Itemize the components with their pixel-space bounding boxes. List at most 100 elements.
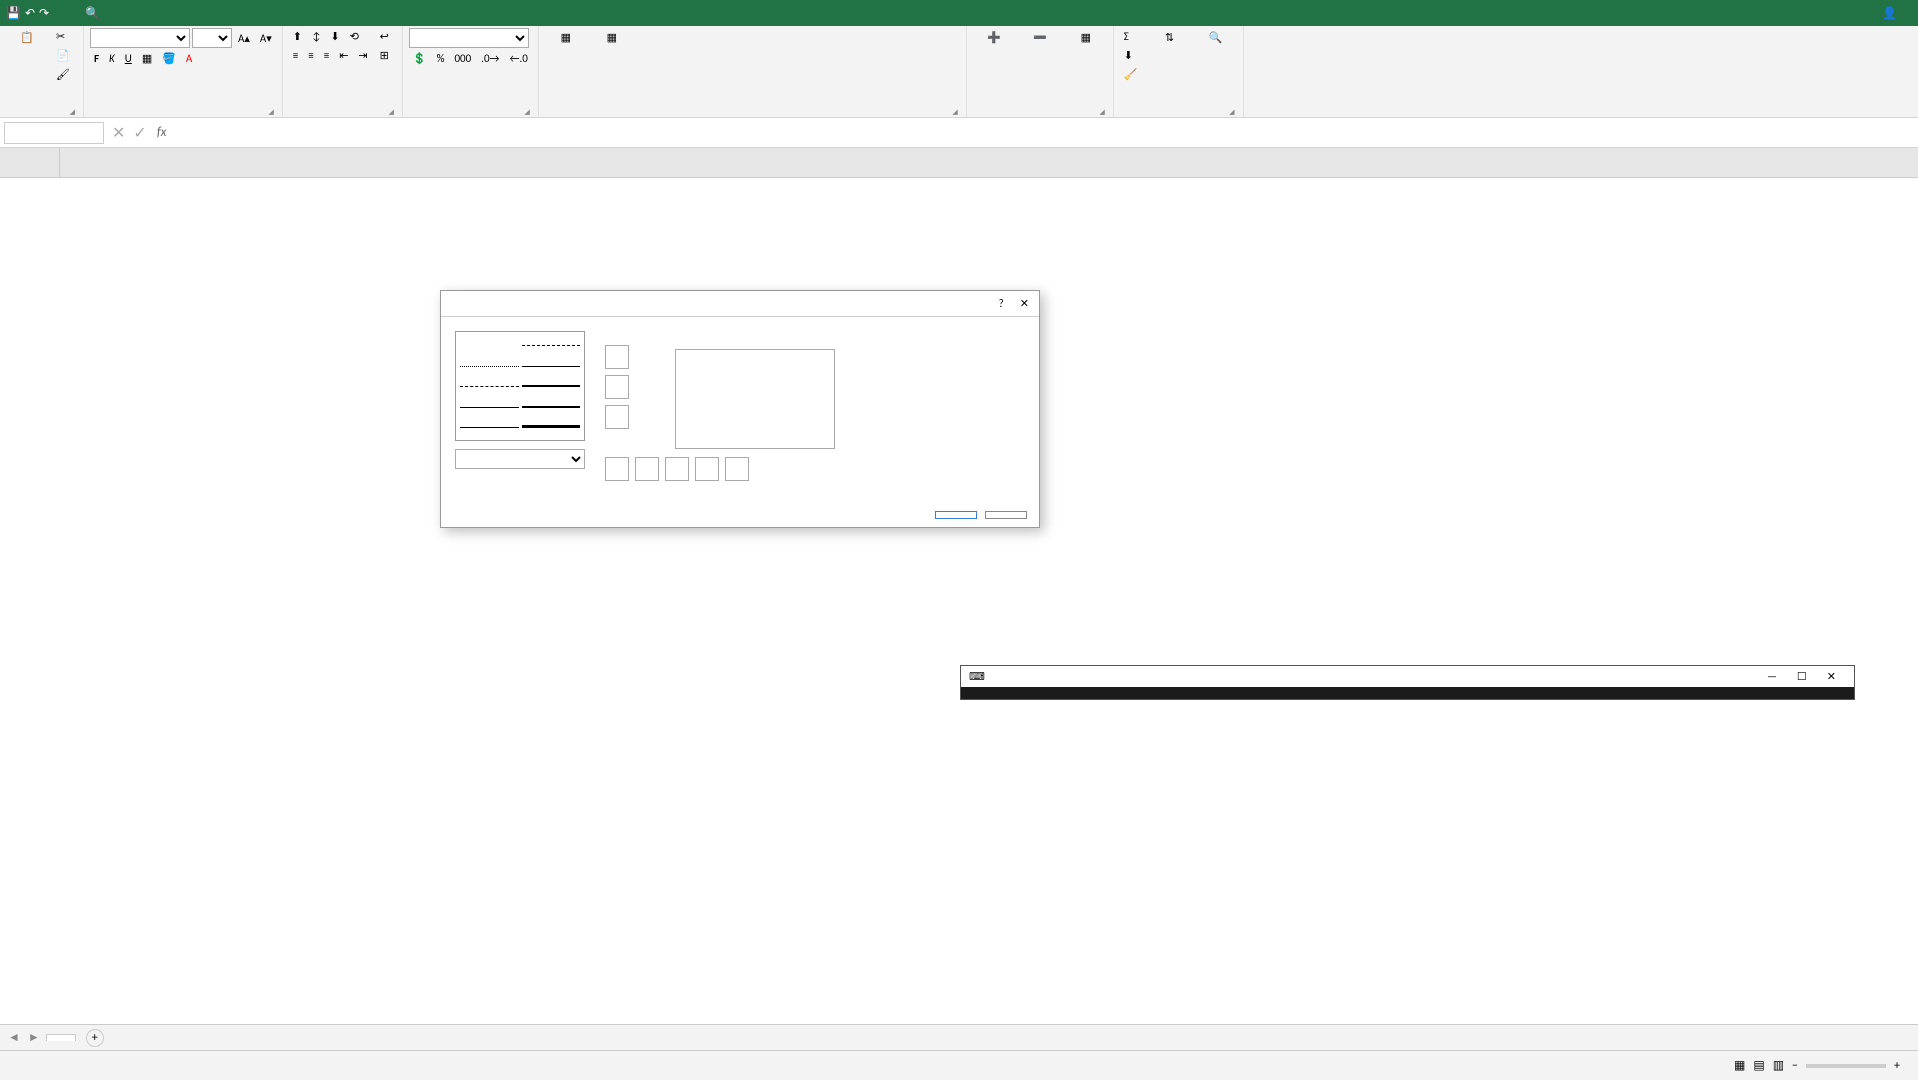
font-color-button[interactable]: A: [182, 50, 196, 67]
spreadsheet-grid: [0, 148, 1918, 928]
sheet-nav-prev[interactable]: ◄: [0, 1030, 28, 1045]
dec-decimal-button[interactable]: ←.0: [505, 50, 531, 67]
percent-button[interactable]: %: [433, 50, 449, 67]
inc-decimal-button[interactable]: .0→: [477, 50, 503, 67]
save-icon[interactable]: 💾: [6, 6, 21, 21]
osk-close-button[interactable]: ✕: [1817, 670, 1846, 683]
tell-me[interactable]: 🔍: [85, 6, 105, 21]
search-icon: 🔍: [85, 6, 100, 21]
align-group-label: [289, 113, 396, 117]
view-break-icon[interactable]: ▥: [1773, 1058, 1784, 1073]
titlebar: 💾 ↶ ↷ 🔍 👤: [0, 0, 1918, 26]
font-name-select[interactable]: [90, 28, 190, 48]
align-bottom-button[interactable]: ⬇: [327, 28, 344, 45]
number-format-select[interactable]: [409, 28, 529, 48]
add-sheet-button[interactable]: +: [86, 1029, 104, 1047]
currency-button[interactable]: 💲: [409, 50, 431, 67]
dialog-close-button[interactable]: ✕: [1020, 297, 1029, 310]
format-as-table-button[interactable]: ▦: [591, 28, 633, 69]
styles-group-label: [545, 113, 960, 117]
delete-cells-button[interactable]: ➖: [1019, 28, 1061, 69]
osk-minimize-button[interactable]: —: [1757, 670, 1787, 683]
grow-font-button[interactable]: A▴: [234, 30, 254, 47]
underline-button[interactable]: U: [121, 50, 136, 67]
zoom-in-button[interactable]: +: [1894, 1059, 1900, 1073]
align-left-button[interactable]: ≡: [289, 47, 302, 64]
border-diag-up-button[interactable]: [605, 457, 629, 481]
clear-button[interactable]: 🧹: [1120, 66, 1145, 83]
cancel-icon[interactable]: ✕: [112, 123, 125, 143]
cond-format-button[interactable]: ▦: [545, 28, 587, 69]
format-cells-button[interactable]: ▦: [1065, 28, 1107, 69]
fill-button[interactable]: ⬇: [1120, 47, 1145, 64]
osk-maximize-button[interactable]: ☐: [1787, 670, 1817, 683]
sheet-tab[interactable]: [46, 1034, 76, 1041]
border-left-button[interactable]: [635, 457, 659, 481]
orientation-button[interactable]: ⟲: [346, 28, 363, 45]
insert-cells-button[interactable]: ➕: [973, 28, 1015, 69]
line-color-select[interactable]: [455, 449, 585, 469]
status-bar: ▦ ▤ ▥ − +: [0, 1050, 1918, 1080]
clipboard-group-label: [6, 113, 77, 117]
paste-button[interactable]: 📋: [6, 28, 48, 69]
bold-button[interactable]: F: [90, 50, 103, 67]
borders-button[interactable]: ▦: [138, 50, 156, 67]
view-page-icon[interactable]: ▤: [1753, 1058, 1764, 1073]
select-all-corner[interactable]: [0, 148, 60, 177]
number-group-label: [409, 113, 532, 117]
osk-icon: ⌨: [969, 670, 985, 683]
align-middle-button[interactable]: ↕: [308, 28, 325, 45]
enter-icon[interactable]: ✓: [133, 123, 146, 143]
fx-icon[interactable]: fx: [157, 125, 167, 140]
italic-button[interactable]: K: [105, 50, 119, 67]
fill-color-button[interactable]: 🪣: [158, 50, 180, 67]
on-screen-keyboard: ⌨ — ☐ ✕: [960, 665, 1855, 700]
copy-button[interactable]: 📄: [52, 47, 77, 64]
indent-inc-button[interactable]: ⇥: [354, 47, 371, 64]
border-diag-down-button[interactable]: [725, 457, 749, 481]
find-icon: 🔍: [1200, 31, 1232, 63]
merge-icon: ⊞: [380, 49, 389, 62]
cancel-button[interactable]: [985, 511, 1027, 519]
redo-icon[interactable]: ↷: [39, 6, 49, 21]
sort-icon: ⇅: [1154, 31, 1186, 63]
border-right-button[interactable]: [695, 457, 719, 481]
dialog-help-button[interactable]: ?: [999, 297, 1004, 310]
border-middle-v-button[interactable]: [665, 457, 689, 481]
align-top-button[interactable]: ⬆: [289, 28, 306, 45]
cut-button[interactable]: ✂: [52, 28, 77, 45]
shrink-font-button[interactable]: A▾: [256, 30, 276, 47]
comma-button[interactable]: 000: [450, 50, 475, 67]
autosum-button[interactable]: Σ: [1120, 28, 1145, 45]
sort-filter-button[interactable]: ⇅: [1149, 28, 1191, 69]
view-normal-icon[interactable]: ▦: [1734, 1058, 1745, 1073]
border-bottom-button[interactable]: [605, 405, 629, 429]
indent-dec-button[interactable]: ⇤: [335, 47, 352, 64]
editing-group-label: [1120, 113, 1237, 117]
align-center-button[interactable]: ≡: [304, 47, 317, 64]
font-size-select[interactable]: [192, 28, 232, 48]
name-box[interactable]: [4, 122, 104, 144]
cut-icon: ✂: [56, 30, 65, 43]
fill-icon: ⬇: [1124, 49, 1133, 62]
border-middle-h-button[interactable]: [605, 375, 629, 399]
format-icon: ▦: [1070, 31, 1102, 63]
ok-button[interactable]: [935, 511, 977, 519]
ribbon: 📋 ✂ 📄 🖌 A▴ A▾ F K U ▦ 🪣: [0, 26, 1918, 118]
zoom-slider[interactable]: [1806, 1064, 1886, 1068]
zoom-out-button[interactable]: −: [1792, 1059, 1798, 1073]
sheet-nav-next[interactable]: ►: [28, 1030, 40, 1045]
formula-input[interactable]: [172, 122, 1918, 144]
paste-icon: 📋: [11, 31, 43, 63]
line-style-picker[interactable]: [455, 331, 585, 441]
border-top-button[interactable]: [605, 345, 629, 369]
line-style-none[interactable]: [460, 336, 519, 346]
find-select-button[interactable]: 🔍: [1195, 28, 1237, 69]
border-preview[interactable]: [675, 349, 835, 449]
merge-button[interactable]: ⊞: [376, 47, 396, 64]
align-right-button[interactable]: ≡: [320, 47, 333, 64]
wrap-text-button[interactable]: ↩: [376, 28, 396, 45]
format-painter-button[interactable]: 🖌: [52, 66, 77, 83]
user-icon: 👤: [1882, 6, 1897, 21]
undo-icon[interactable]: ↶: [25, 6, 35, 21]
